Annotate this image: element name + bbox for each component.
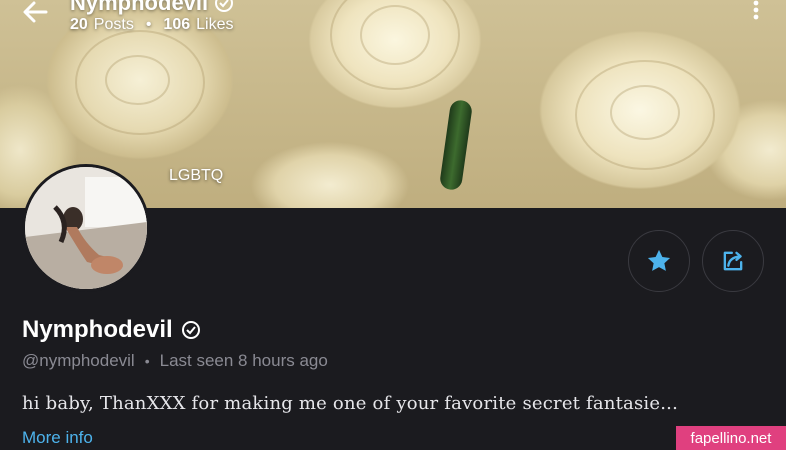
share-icon: [723, 251, 743, 271]
header-stats: 20 Posts • 106 Likes: [70, 16, 233, 34]
more-vertical-icon: [753, 0, 759, 20]
back-arrow-icon: [23, 1, 48, 23]
avatar[interactable]: [22, 164, 150, 292]
stats-separator: •: [145, 16, 152, 33]
profile-name-row: Nymphodevil: [22, 316, 201, 344]
category-tag[interactable]: LGBTQ: [169, 167, 223, 185]
more-info-link[interactable]: More info: [22, 428, 93, 448]
meta-separator: •: [144, 353, 150, 369]
avatar-photo: [25, 167, 147, 289]
posts-label: Posts: [93, 16, 134, 33]
profile-bio: hi baby, ThanXXX for making me one of yo…: [22, 393, 678, 414]
likes-count: 106: [163, 16, 191, 33]
profile-meta: @nymphodevil • Last seen 8 hours ago: [22, 351, 328, 371]
profile-name: Nymphodevil: [22, 316, 173, 343]
likes-label: Likes: [196, 16, 234, 33]
profile-handle: @nymphodevil: [22, 351, 135, 370]
verified-icon: [215, 0, 234, 12]
header-title-row: Nymphodevil: [70, 0, 234, 16]
favorite-button[interactable]: [628, 230, 690, 292]
last-seen: Last seen 8 hours ago: [159, 351, 328, 370]
posts-count: 20: [70, 16, 88, 33]
star-icon: [647, 249, 671, 271]
header-title: Nymphodevil: [70, 0, 209, 15]
verified-icon: [181, 321, 200, 339]
watermark: fapellino.net: [676, 426, 786, 450]
share-button[interactable]: [702, 230, 764, 292]
more-options-button[interactable]: [748, 0, 764, 20]
back-button[interactable]: [20, 0, 50, 26]
